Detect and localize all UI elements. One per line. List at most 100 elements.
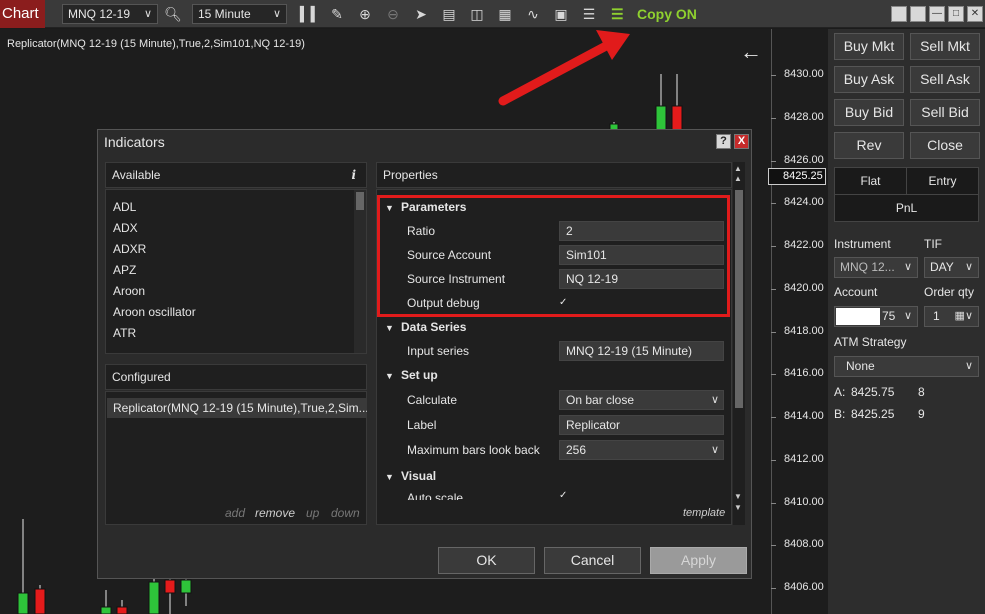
move-up-link[interactable]: up — [306, 506, 319, 520]
chevron-down-icon: ∨ — [710, 394, 719, 406]
tif-dropdown-value: DAY — [930, 260, 954, 274]
candle-body — [100, 606, 112, 614]
instrument-dropdown[interactable]: MNQ 12... ∨ — [834, 257, 918, 278]
calculate-label: Calculate — [407, 393, 458, 407]
apply-button[interactable]: Apply — [650, 547, 747, 574]
configured-item[interactable]: Replicator(MNQ 12-19 (15 Minute),True,2,… — [107, 398, 367, 418]
account-dropdown-value: 75 — [882, 309, 896, 323]
available-item[interactable]: ADX — [113, 221, 138, 235]
candle-body — [34, 588, 46, 614]
ask-size: 8 — [918, 385, 925, 399]
sell-market-button[interactable]: Sell Mkt — [910, 33, 980, 60]
properties-scrollbar[interactable]: ▲ ▲ ▼ ▼ — [733, 162, 745, 525]
price-tick-mark — [771, 75, 776, 76]
price-tick-label: 8414.00 — [784, 410, 824, 422]
atm-strategy-value: None — [846, 359, 875, 373]
price-tick-label: 8422.00 — [784, 239, 824, 251]
tif-dropdown[interactable]: DAY ∨ — [924, 257, 979, 278]
buy-ask-button[interactable]: Buy Ask — [834, 66, 904, 93]
available-item[interactable]: APZ — [113, 263, 136, 277]
price-tick-mark — [771, 288, 776, 290]
visual-rows-clip: Auto scale ✓ — [377, 490, 731, 500]
ask-price: 8425.75 — [851, 385, 895, 399]
info-icon[interactable]: i — [351, 163, 356, 187]
price-tick-mark — [771, 417, 776, 418]
order-qty-stepper[interactable]: 1 ▦∨ — [924, 306, 979, 327]
add-link[interactable]: add — [225, 506, 245, 520]
price-tick-label: 8410.00 — [784, 495, 824, 508]
scroll-up-icon[interactable]: ▲ — [734, 164, 742, 173]
account-dropdown[interactable]: 75 ∨ — [834, 306, 918, 327]
available-scrollbar[interactable] — [354, 190, 366, 353]
close-dialog-button[interactable]: X — [734, 134, 749, 149]
flat-button[interactable]: Flat — [834, 167, 907, 195]
section-set-up[interactable]: ▼ Set up — [385, 368, 438, 382]
move-down-link[interactable]: down — [331, 506, 360, 520]
available-item[interactable]: ADXR — [113, 242, 146, 256]
price-tick-mark — [771, 545, 776, 547]
price-tick-label: 8408.00 — [784, 538, 824, 551]
price-tick-label: 8420.00 — [784, 281, 824, 294]
properties-header: Properties — [376, 162, 732, 188]
parameters-highlight-box — [377, 195, 730, 317]
chart-trader-panel: Buy Mkt Sell Mkt Buy Ask Sell Ask Buy Bi… — [828, 29, 985, 614]
calculate-dropdown[interactable]: On bar close ∨ — [559, 390, 724, 410]
sell-bid-button[interactable]: Sell Bid — [910, 99, 980, 126]
pnl-display: PnL — [834, 194, 979, 222]
last-price-marker: 8425.25 — [768, 168, 826, 185]
cancel-button[interactable]: Cancel — [544, 547, 641, 574]
grid-icon[interactable]: ▦∨ — [955, 307, 973, 326]
sell-ask-button[interactable]: Sell Ask — [910, 66, 980, 93]
section-data-series[interactable]: ▼ Data Series — [385, 320, 466, 334]
restore-window-button[interactable] — [910, 6, 926, 22]
price-tick-mark — [771, 160, 776, 162]
close-window-button[interactable]: ✕ — [967, 6, 983, 22]
reverse-button[interactable]: Rev — [834, 132, 904, 159]
price-tick-label: 8428.00 — [784, 110, 824, 123]
available-item[interactable]: Aroon — [113, 284, 145, 298]
configured-list[interactable]: Replicator(MNQ 12-19 (15 Minute),True,2,… — [105, 391, 367, 525]
input-series-field[interactable]: MNQ 12-19 (15 Minute) — [559, 341, 724, 361]
template-link[interactable]: template — [683, 507, 725, 519]
buy-bid-button[interactable]: Buy Bid — [834, 99, 904, 126]
available-item[interactable]: ATR — [113, 326, 136, 340]
candle-body — [655, 105, 667, 131]
bid-label: B: — [834, 407, 846, 421]
arrow-left-icon[interactable]: ← — [740, 41, 762, 63]
buy-market-button[interactable]: Buy Mkt — [834, 33, 904, 60]
auto-scale-label: Auto scale — [407, 491, 464, 500]
atm-strategy-dropdown[interactable]: None ∨ — [834, 356, 979, 377]
max-bars-dropdown[interactable]: 256 ∨ — [559, 440, 724, 460]
collapse-triangle-icon: ▼ — [385, 371, 394, 381]
help-button[interactable]: ? — [716, 134, 731, 149]
close-position-button[interactable]: Close — [910, 132, 980, 159]
scroll-down-icon[interactable]: ▼ — [734, 503, 742, 512]
screen: Chart MNQ 12-19 ∨ 🔍︎ 15 Minute ∨ ▍▍ ✎ ⊕ … — [0, 0, 985, 614]
minimize-button[interactable]: — — [929, 6, 945, 22]
available-item[interactable]: Aroon oscillator — [113, 305, 196, 319]
section-set-up-label: Set up — [401, 368, 438, 382]
price-tick-mark — [771, 246, 776, 247]
properties-scrollbar-thumb[interactable] — [735, 190, 743, 408]
instrument-dropdown-value: MNQ 12... — [840, 260, 895, 274]
input-series-label: Input series — [407, 344, 470, 358]
section-visual[interactable]: ▼ Visual — [385, 469, 436, 483]
chevron-down-icon: ∨ — [964, 261, 973, 273]
remove-link[interactable]: remove — [255, 506, 295, 520]
available-list[interactable] — [105, 189, 367, 354]
available-header-label: Available — [112, 168, 161, 182]
max-bars-label: Maximum bars look back — [407, 443, 540, 457]
auto-scale-checkbox[interactable]: ✓ — [559, 490, 571, 500]
price-tick-label: 8418.00 — [784, 324, 824, 337]
section-visual-label: Visual — [401, 469, 437, 483]
scroll-up-icon[interactable]: ▲ — [734, 174, 742, 183]
scroll-down-icon[interactable]: ▼ — [734, 492, 742, 501]
ok-button[interactable]: OK — [438, 547, 535, 574]
tif-label: TIF — [924, 237, 942, 251]
available-item[interactable]: ADL — [113, 200, 136, 214]
available-scrollbar-thumb[interactable] — [356, 192, 364, 210]
section-data-series-label: Data Series — [401, 320, 467, 334]
maximize-button[interactable]: □ — [948, 6, 964, 22]
label-field[interactable]: Replicator — [559, 415, 724, 435]
tile-window-button[interactable] — [891, 6, 907, 22]
